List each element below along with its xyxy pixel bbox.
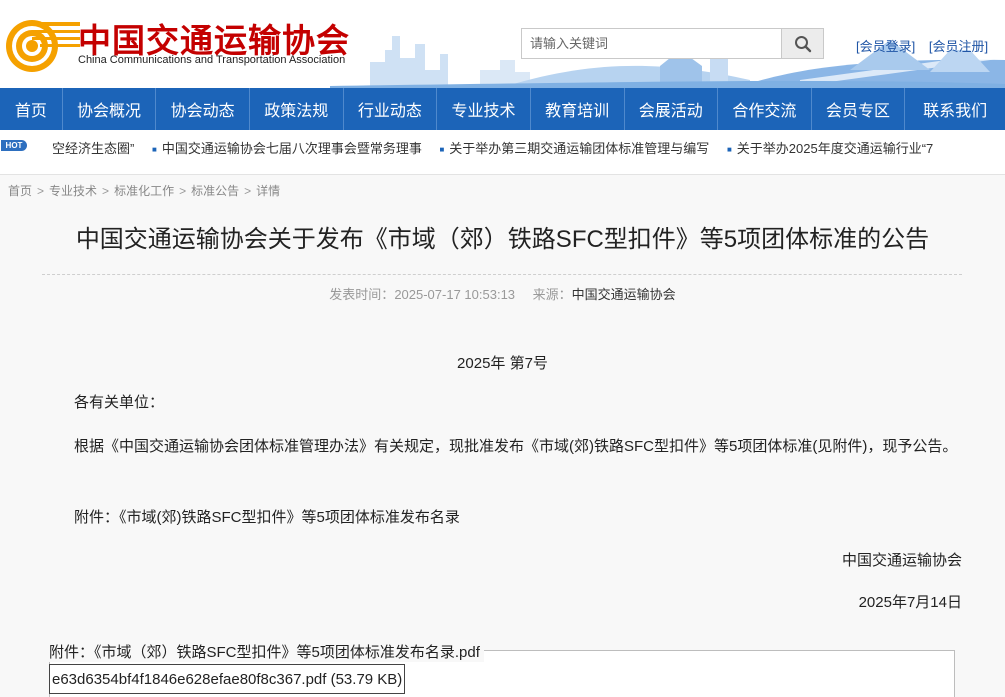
bullet-icon: ■ [439,145,445,155]
member-login-link[interactable]: [会员登录] [856,39,915,54]
nav-item-training[interactable]: 教育培训 [531,88,625,130]
search-button[interactable] [781,28,824,59]
nav-item-association-news[interactable]: 协会动态 [156,88,250,130]
nav-item-technology[interactable]: 专业技术 [437,88,531,130]
nav-item-policies[interactable]: 政策法规 [250,88,344,130]
breadcrumb-home[interactable]: 首页 [8,184,32,198]
bullet-icon: ■ [726,145,732,155]
breadcrumb-standardization[interactable]: 标准化工作 [114,184,174,198]
signer-text: 中国交通运输协会 [841,552,962,569]
member-links: [会员登录] [会员注册] [856,36,998,55]
member-register-link[interactable]: [会员注册] [929,39,988,54]
article-source: 中国交通运输协会 [571,287,676,302]
bullet-icon: ■ [151,145,157,155]
search-input[interactable] [521,28,783,59]
news-ticker: HOT 空经济生态圈” ■ 中国交通运输协会七届八次理事会暨常务理事 ■ 关于举办第… [0,130,1005,162]
ticker-item[interactable]: 关于举办第三期交通运输团体标准管理与编写 [449,141,709,156]
nav-item-about[interactable]: 协会概况 [63,88,157,130]
title-divider [42,274,962,275]
ticker-item[interactable]: 中国交通运输协会七届八次理事会暨常务理事 [162,141,422,156]
attachment-download-link[interactable]: e63d6354bf4f1846e628efae80f8c367.pdf (53… [49,664,406,694]
nav-item-members[interactable]: 会员专区 [812,88,906,130]
breadcrumb-technology[interactable]: 专业技术 [49,184,97,198]
attachment-note: 附件：《市域(郊)铁路SFC型扣件》等5项团体标准发布名录 [74,509,460,526]
breadcrumb-standard-notices[interactable]: 标准公告 [191,184,239,198]
ticker-item[interactable]: 空经济生态圈” [52,141,134,156]
attachment-legend: 附件：《市域（郊）铁路SFC型扣件》等5项团体标准发布名录.pdf [49,641,484,662]
article-panel: 首页 > 专业技术 > 标准化工作 > 标准公告 > 详情 中国交通运输协会关于发布《市域（郊）… [0,174,1005,697]
ticker-item[interactable]: 关于举办2025年度交通运输行业“7 [737,141,933,156]
logo-english-name: China Communications and Transportation … [78,54,346,66]
article-meta: 发表时间：2025-07-17 10:53:13 来源：中国交通运输协会 [329,287,676,302]
body-paragraph: 根据《中国交通运输协会团体标准管理办法》有关规定，现批准发布《市域(郊)铁路SF… [74,438,958,455]
signing-date: 2025年7月14日 [858,594,962,611]
site-header: 中国交通运输协会 China Communications and Transp… [0,0,1005,88]
nav-item-contact[interactable]: 联系我们 [905,88,1005,130]
greeting-text: 各有关单位： [74,394,165,411]
association-logo-icon [6,20,80,72]
breadcrumb: 首页 > 专业技术 > 标准化工作 > 标准公告 > 详情 [8,184,281,198]
nav-item-home[interactable]: 首页 [0,88,63,130]
document-number: 2025年 第7号 [457,355,548,372]
search-icon [794,35,811,52]
breadcrumb-current: 详情 [256,184,281,198]
nav-item-industry-news[interactable]: 行业动态 [344,88,438,130]
nav-item-cooperation[interactable]: 合作交流 [718,88,812,130]
publish-time: 2025-07-17 10:53:13 [394,287,516,302]
page-title: 中国交通运输协会关于发布《市域（郊）铁路SFC型扣件》等5项团体标准的公告 [75,226,930,253]
nav-item-exhibitions[interactable]: 会展活动 [625,88,719,130]
hot-badge: HOT [1,140,27,151]
main-nav: 首页 协会概况 协会动态 政策法规 行业动态 专业技术 教育培训 会展活动 合作… [0,88,1005,130]
